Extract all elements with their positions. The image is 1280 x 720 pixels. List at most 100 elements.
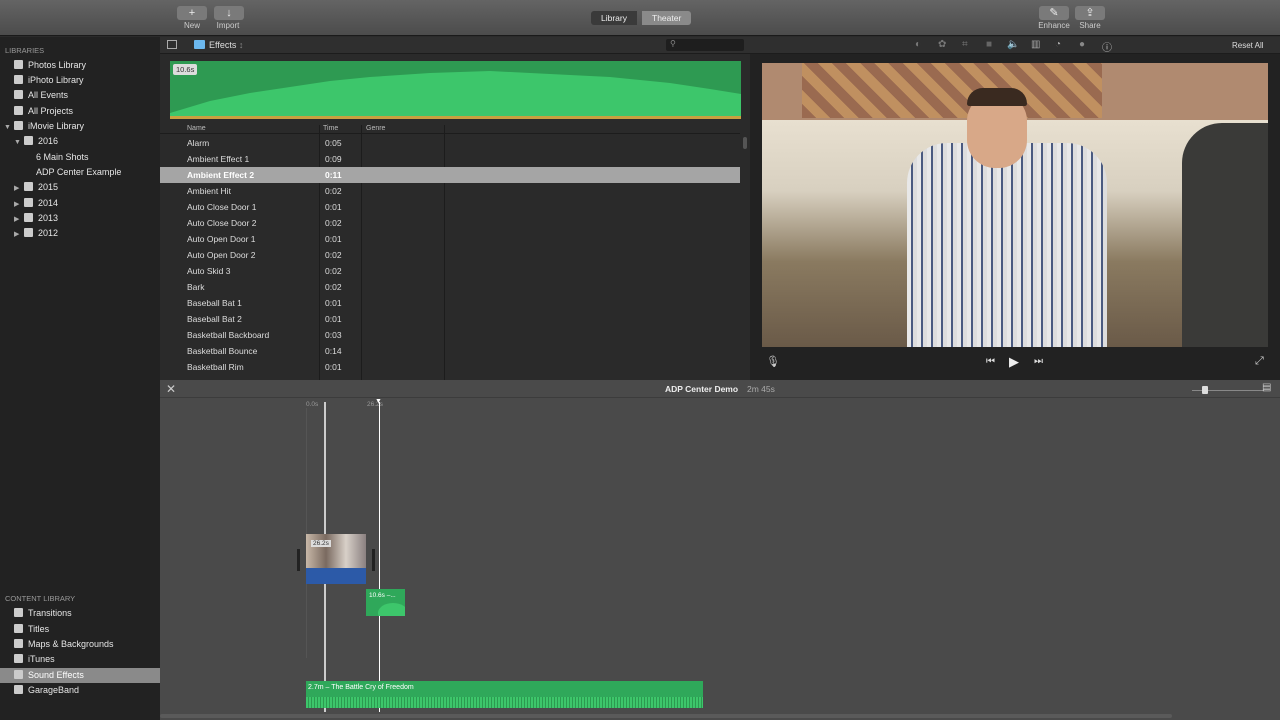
list-item[interactable]: Ambient Effect 2 0:11 bbox=[160, 167, 740, 183]
list-item[interactable]: Basketball Bounce 0:14 bbox=[160, 343, 740, 359]
column-time[interactable]: Time bbox=[323, 125, 338, 132]
list-item[interactable]: Baseball Bat 1 0:01 bbox=[160, 295, 740, 311]
list-item[interactable]: Baseball Bat 2 0:01 bbox=[160, 311, 740, 327]
play-icon[interactable]: ▶ bbox=[1009, 354, 1019, 370]
list-item[interactable]: Auto Open Door 2 0:02 bbox=[160, 247, 740, 263]
project-title: ADP Center Demo bbox=[665, 384, 739, 394]
music-clip[interactable]: 2.7m – The Battle Cry of Freedom bbox=[306, 681, 703, 708]
label: 2015 bbox=[38, 182, 59, 192]
skip-back-icon[interactable]: ⏮ bbox=[986, 356, 995, 367]
skip-forward-icon[interactable]: ⏭ bbox=[1034, 356, 1043, 367]
sound-time: 0:02 bbox=[325, 250, 342, 260]
new-button[interactable]: + bbox=[177, 6, 207, 20]
list-item[interactable]: Bark 0:02 bbox=[160, 279, 740, 295]
list-item[interactable]: Auto Skid 3 0:02 bbox=[160, 263, 740, 279]
sidebar-item-2015[interactable]: ▶ 2015 bbox=[14, 180, 58, 195]
sidebar-item-iphoto-library[interactable]: iPhoto Library bbox=[14, 73, 84, 88]
fullscreen-icon[interactable]: ⤢ bbox=[1255, 355, 1264, 368]
speed-icon[interactable]: ◔ bbox=[1055, 39, 1061, 50]
list-item[interactable]: Ambient Hit 0:02 bbox=[160, 183, 740, 199]
sound-time: 0:01 bbox=[325, 298, 342, 308]
disclosure-closed-icon[interactable]: ▶ bbox=[14, 227, 24, 242]
sidebar: LIBRARIES Photos Library iPhoto Library … bbox=[0, 37, 160, 720]
sidebar-item-titles[interactable]: Titles bbox=[14, 622, 49, 637]
trim-handle-left[interactable] bbox=[297, 549, 300, 571]
sidebar-item-transitions[interactable]: Transitions bbox=[14, 606, 72, 621]
sidebar-item-maps-backgrounds[interactable]: Maps & Backgrounds bbox=[14, 637, 114, 652]
list-item[interactable]: Auto Open Door 1 0:01 bbox=[160, 231, 740, 247]
tab-library[interactable]: Library bbox=[591, 11, 637, 25]
browser-header: Effects ↕ ⚲ bbox=[160, 37, 750, 54]
sidebar-item-sound-effects[interactable]: Sound Effects bbox=[0, 668, 160, 683]
label: iPhoto Library bbox=[28, 75, 84, 85]
color-balance-icon[interactable]: ◐ bbox=[915, 39, 921, 50]
list-scrollbar[interactable] bbox=[743, 137, 747, 149]
tab-theater[interactable]: Theater bbox=[642, 11, 692, 25]
clip-waveform bbox=[378, 603, 405, 616]
list-item[interactable]: Basketball Backboard 0:03 bbox=[160, 327, 740, 343]
label: ADP Center Example bbox=[36, 167, 122, 177]
label: Maps & Backgrounds bbox=[28, 639, 114, 649]
sidebar-item-imovie-library[interactable]: ▼ iMovie Library bbox=[4, 119, 84, 134]
sidebar-item-adp-center-example[interactable]: ADP Center Example bbox=[36, 165, 121, 180]
list-item[interactable]: Auto Close Door 1 0:01 bbox=[160, 199, 740, 215]
video-clip[interactable]: 26.2s bbox=[306, 534, 366, 584]
info-icon[interactable]: ⓘ bbox=[1102, 39, 1112, 54]
playhead[interactable] bbox=[379, 402, 380, 712]
crop-icon[interactable]: ⌗ bbox=[962, 39, 968, 50]
sidebar-toggle-icon[interactable] bbox=[167, 40, 177, 49]
share-button[interactable]: ⇪ bbox=[1075, 6, 1105, 20]
sidebar-item-garageband[interactable]: GarageBand bbox=[14, 683, 79, 698]
sidebar-item-all-events[interactable]: All Events bbox=[14, 88, 68, 103]
sidebar-item-2016[interactable]: ▼ 2016 bbox=[14, 134, 58, 149]
volume-icon[interactable]: 🔈 bbox=[1007, 39, 1019, 50]
sidebar-item-photos-library[interactable]: Photos Library bbox=[14, 58, 86, 73]
sound-time: 0:02 bbox=[325, 282, 342, 292]
folder-selector[interactable]: Effects ↕ bbox=[209, 40, 243, 50]
equalizer-icon[interactable]: ▥ bbox=[1031, 39, 1040, 50]
sidebar-item-2013[interactable]: ▶ 2013 bbox=[14, 211, 58, 226]
disclosure-closed-icon[interactable]: ▶ bbox=[14, 181, 24, 196]
transitions-icon bbox=[14, 608, 23, 617]
timeline-scrollbar[interactable] bbox=[160, 714, 1172, 718]
list-item[interactable]: Alarm 0:05 bbox=[160, 135, 740, 151]
disclosure-closed-icon[interactable]: ▶ bbox=[14, 212, 24, 227]
microphone-icon[interactable]: 🎙 bbox=[766, 355, 780, 368]
column-genre[interactable]: Genre bbox=[366, 125, 385, 132]
column-name[interactable]: Name bbox=[187, 125, 206, 132]
color-palette-icon[interactable]: ✿ bbox=[938, 39, 946, 50]
sidebar-item-2014[interactable]: ▶ 2014 bbox=[14, 196, 58, 211]
disclosure-open-icon[interactable]: ▼ bbox=[4, 120, 14, 135]
video-preview[interactable] bbox=[762, 63, 1268, 347]
sound-time: 0:09 bbox=[325, 154, 342, 164]
list-item[interactable]: Auto Close Door 2 0:02 bbox=[160, 215, 740, 231]
trim-handle-right[interactable] bbox=[372, 549, 375, 571]
sound-time: 0:11 bbox=[325, 170, 342, 180]
label: 6 Main Shots bbox=[36, 152, 89, 162]
playhead-marker-icon[interactable]: ▼ bbox=[375, 398, 382, 405]
sidebar-item-6-main-shots[interactable]: 6 Main Shots bbox=[36, 150, 89, 165]
reset-all-button[interactable]: Reset All bbox=[1232, 41, 1264, 50]
stabilization-icon[interactable]: ■ bbox=[986, 39, 992, 50]
disclosure-open-icon[interactable]: ▼ bbox=[14, 135, 24, 150]
label: 2016 bbox=[38, 136, 59, 146]
top-toolbar: + New ↓ Import Library Theater ✎ Enhance… bbox=[0, 0, 1280, 36]
close-icon[interactable]: ✕ bbox=[166, 382, 176, 396]
enhance-button[interactable]: ✎ bbox=[1039, 6, 1069, 20]
disclosure-closed-icon[interactable]: ▶ bbox=[14, 197, 24, 212]
zoom-slider-thumb[interactable] bbox=[1202, 386, 1208, 394]
list-item[interactable]: Basketball Rim 0:01 bbox=[160, 359, 740, 375]
list-item[interactable]: Ambient Effect 1 0:09 bbox=[160, 151, 740, 167]
filter-icon[interactable]: ● bbox=[1079, 39, 1085, 50]
sidebar-item-itunes[interactable]: iTunes bbox=[14, 652, 55, 667]
share-label: Share bbox=[1079, 21, 1101, 30]
search-input[interactable]: ⚲ bbox=[666, 39, 744, 51]
sidebar-item-all-projects[interactable]: All Projects bbox=[14, 104, 73, 119]
sound-effect-clip[interactable]: 10.6s –... bbox=[366, 589, 405, 616]
adjustments-bar: ◐ ✿ ⌗ ■ 🔈 ▥ ◔ ● ⓘ Reset All bbox=[750, 37, 1280, 54]
import-button[interactable]: ↓ bbox=[214, 6, 244, 20]
clip-appearance-icon[interactable]: ▤ bbox=[1262, 382, 1271, 393]
sound-waveform[interactable]: 10.6s bbox=[170, 61, 741, 119]
search-icon: ⚲ bbox=[670, 39, 676, 48]
sidebar-item-2012[interactable]: ▶ 2012 bbox=[14, 226, 58, 241]
